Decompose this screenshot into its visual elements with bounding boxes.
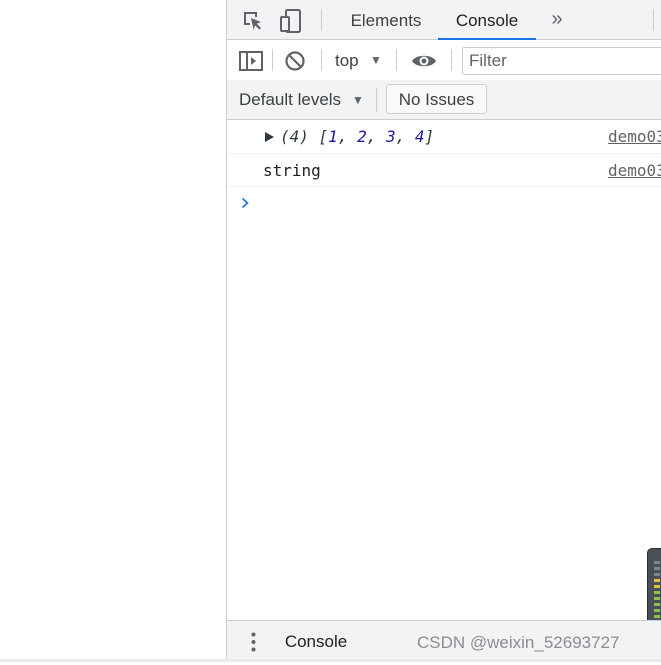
toolbar-divider [376, 88, 377, 112]
array-value: 3 [385, 127, 396, 146]
drawer-tab-console[interactable]: Console [269, 621, 363, 662]
toolbar-divider [321, 9, 322, 31]
array-value: 4 [414, 127, 425, 146]
watermark: CSDN @weixin_52693727 [417, 633, 620, 652]
console-prompt[interactable] [227, 187, 661, 219]
console-message-array: (4) [1, 2, 3, 4] demo03 [227, 120, 661, 154]
source-link[interactable]: demo03 [608, 161, 661, 180]
kebab-menu-icon[interactable] [251, 632, 256, 652]
issues-button[interactable]: No Issues [386, 84, 487, 114]
sidebar-toggle-icon[interactable] [239, 51, 263, 71]
eye-icon[interactable] [410, 52, 438, 70]
toolbar-divider [321, 49, 322, 71]
more-tabs-button[interactable]: » [545, 0, 569, 40]
dropdown-arrow-icon[interactable]: ▼ [352, 93, 364, 107]
toolbar-divider [653, 9, 654, 31]
drawer-bar: Console CSDN @weixin_52693727 [227, 620, 661, 662]
devtools-panel: Elements Console » top ▼ Default levels … [226, 0, 661, 662]
expand-triangle-icon[interactable] [265, 132, 274, 142]
page-viewport [0, 0, 226, 662]
array-length: (4) [280, 127, 309, 146]
context-selector[interactable]: top [335, 40, 359, 80]
tab-elements[interactable]: Elements [337, 0, 435, 40]
devtools-tab-bar: Elements Console » [227, 0, 661, 41]
device-toolbar-icon[interactable] [279, 8, 305, 34]
clear-console-icon[interactable] [284, 50, 306, 72]
tab-console[interactable]: Console [438, 0, 536, 41]
toolbar-divider [272, 49, 273, 71]
array-value: 2 [357, 127, 367, 146]
array-preview[interactable]: (4) [1, 2, 3, 4] [280, 127, 434, 146]
console-messages: (4) [1, 2, 3, 4] demo03 string demo03 [227, 120, 661, 219]
console-message-string: string demo03 [227, 154, 661, 187]
toolbar-divider [396, 49, 397, 71]
filter-input[interactable] [462, 47, 661, 75]
source-link[interactable]: demo03 [608, 127, 661, 146]
message-text: string [263, 161, 321, 180]
chevron-right-icon [241, 197, 249, 209]
console-levels-bar: Default levels ▼ No Issues [227, 80, 661, 120]
log-levels-dropdown[interactable]: Default levels [239, 80, 341, 120]
toolbar-divider [451, 49, 452, 71]
array-value: 1 [328, 127, 338, 146]
dropdown-arrow-icon[interactable]: ▼ [370, 53, 382, 67]
inspect-element-icon[interactable] [241, 9, 265, 33]
